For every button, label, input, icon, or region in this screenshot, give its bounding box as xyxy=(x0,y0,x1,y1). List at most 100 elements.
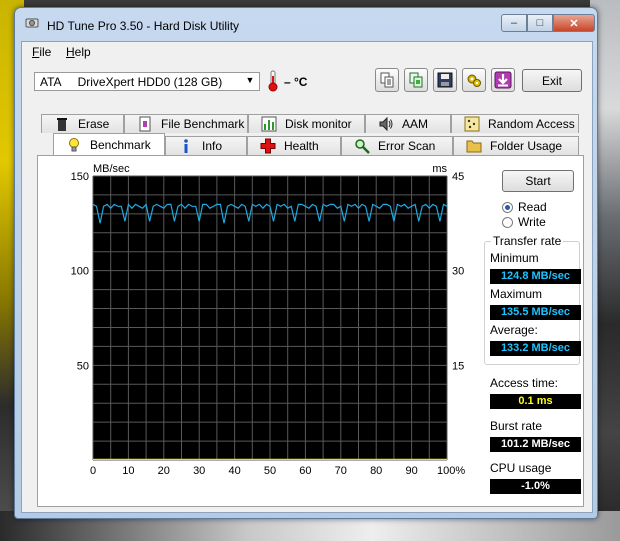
cpu-usage-label: CPU usage xyxy=(490,461,552,475)
download-icon xyxy=(494,71,512,89)
y-tick-right-label: 45 xyxy=(452,171,464,183)
tab-folder-usage[interactable]: Folder Usage xyxy=(453,136,579,155)
copy-text-button[interactable] xyxy=(375,68,399,92)
minimize-button[interactable]: – xyxy=(501,14,527,32)
write-radio-option[interactable]: Write xyxy=(502,215,546,229)
write-radio[interactable] xyxy=(502,216,513,228)
menu-help[interactable]: Help xyxy=(66,45,91,59)
thermometer-icon xyxy=(268,70,278,92)
menu-file-label: ile xyxy=(39,45,52,59)
x-tick-label: 20 xyxy=(158,465,170,477)
start-button[interactable]: Start xyxy=(502,170,574,192)
app-window: HD Tune Pro 3.50 - Hard Disk Utility – □… xyxy=(14,7,598,519)
x-tick-label: 90 xyxy=(405,465,417,477)
tab-erase[interactable]: Erase xyxy=(41,114,124,133)
options-icon xyxy=(467,74,481,87)
tab-file-benchmark[interactable]: File Benchmark xyxy=(124,114,248,133)
hdtune-app-icon xyxy=(25,18,39,28)
title-bar[interactable]: HD Tune Pro 3.50 - Hard Disk Utility – □… xyxy=(15,8,597,40)
tab-folder-usage-label: Folder Usage xyxy=(490,139,563,153)
options-button[interactable] xyxy=(462,68,486,92)
maximize-button[interactable]: □ xyxy=(527,14,553,32)
y-axis-right-unit: ms xyxy=(432,163,447,175)
exit-button-label: Exit xyxy=(541,73,562,88)
access-time-label: Access time: xyxy=(490,376,559,390)
lightbulb-icon xyxy=(69,137,79,151)
drive-select[interactable]: ATA DriveXpert HDD0 (128 GB) ▼ xyxy=(34,72,260,91)
y-tick-left-label: 100 xyxy=(71,266,89,278)
y-axis-left-unit: MB/sec xyxy=(93,163,130,175)
tab-error-scan[interactable]: Error Scan xyxy=(341,136,453,155)
drive-select-value: ATA DriveXpert HDD0 (128 GB) xyxy=(40,75,223,89)
copy-info-icon xyxy=(409,72,423,88)
benchmark-panel: MB/sec ms 150 100 50 45 30 15 0 10 20 30 40 50 60 70 80 9… xyxy=(37,155,584,507)
close-button[interactable]: ✕ xyxy=(553,14,595,32)
x-tick-label: 80 xyxy=(370,465,382,477)
cpu-usage-value: -1.0% xyxy=(490,479,581,494)
x-tick-label: 10 xyxy=(122,465,134,477)
burst-rate-value: 101.2 MB/sec xyxy=(490,437,581,452)
copy-text-icon xyxy=(380,72,394,88)
read-radio-option[interactable]: Read xyxy=(502,200,547,214)
tab-info-label: Info xyxy=(202,139,223,153)
minimize-icon: – xyxy=(510,17,518,29)
trash-icon xyxy=(57,118,67,131)
temperature-value: – °C xyxy=(284,75,308,89)
tab-random-access[interactable]: Random Access xyxy=(451,114,579,133)
x-tick-label: 100% xyxy=(437,465,465,477)
chevron-down-icon[interactable]: ▼ xyxy=(243,75,257,88)
tab-erase-label: Erase xyxy=(78,117,110,131)
window-title: HD Tune Pro 3.50 - Hard Disk Utility xyxy=(47,19,240,33)
read-radio-label: Read xyxy=(518,200,547,214)
save-button[interactable] xyxy=(433,68,457,92)
maximize-icon: □ xyxy=(536,17,544,29)
tab-file-benchmark-label: File Benchmark xyxy=(161,117,245,131)
client-area: File Help ATA DriveXpert HDD0 (128 GB) ▼… xyxy=(21,41,593,513)
tab-info[interactable]: Info xyxy=(165,136,247,155)
magnifier-icon xyxy=(355,139,370,154)
x-tick-label: 50 xyxy=(264,465,276,477)
minimum-label: Minimum xyxy=(490,251,539,265)
tab-aam[interactable]: AAM xyxy=(365,114,451,133)
maximum-label: Maximum xyxy=(490,287,543,301)
write-radio-label: Write xyxy=(518,215,546,229)
burst-rate-label: Burst rate xyxy=(490,419,543,433)
tab-aam-label: AAM xyxy=(402,117,429,131)
y-tick-right-label: 30 xyxy=(452,266,464,278)
maximum-value: 135.5 MB/sec xyxy=(490,305,581,320)
file-benchmark-icon xyxy=(139,116,151,132)
exit-button[interactable]: Exit xyxy=(522,69,582,92)
tab-benchmark[interactable]: Benchmark xyxy=(53,133,165,155)
health-cross-icon xyxy=(260,138,276,154)
x-tick-label: 0 xyxy=(90,465,96,477)
tab-random-access-label: Random Access xyxy=(488,117,575,131)
disk-monitor-icon xyxy=(261,116,277,132)
access-time-value: 0.1 ms xyxy=(490,394,581,409)
tab-benchmark-label: Benchmark xyxy=(90,137,151,152)
menu-file[interactable]: File xyxy=(32,45,51,59)
random-access-icon xyxy=(464,116,480,132)
average-value: 133.2 MB/sec xyxy=(490,341,581,356)
save-icon xyxy=(437,72,453,88)
tab-error-scan-label: Error Scan xyxy=(378,139,436,153)
x-tick-label: 60 xyxy=(299,465,311,477)
close-icon: ✕ xyxy=(569,17,579,30)
x-tick-label: 70 xyxy=(335,465,347,477)
speaker-icon xyxy=(379,116,393,132)
y-tick-left-label: 50 xyxy=(77,360,89,372)
read-radio[interactable] xyxy=(502,201,513,213)
average-label: Average: xyxy=(490,323,538,337)
menu-help-label: elp xyxy=(74,45,91,59)
download-button[interactable] xyxy=(491,68,515,92)
x-tick-label: 30 xyxy=(193,465,205,477)
x-tick-label: 40 xyxy=(228,465,240,477)
minimum-value: 124.8 MB/sec xyxy=(490,269,581,284)
menu-bar: File Help xyxy=(22,42,592,62)
y-tick-right-label: 15 xyxy=(452,360,464,372)
y-tick-left-label: 150 xyxy=(71,171,89,183)
info-icon xyxy=(184,139,188,153)
start-button-label: Start xyxy=(525,174,551,188)
tab-disk-monitor[interactable]: Disk monitor xyxy=(248,114,365,133)
tab-health[interactable]: Health xyxy=(247,136,341,155)
copy-info-button[interactable] xyxy=(404,68,428,92)
